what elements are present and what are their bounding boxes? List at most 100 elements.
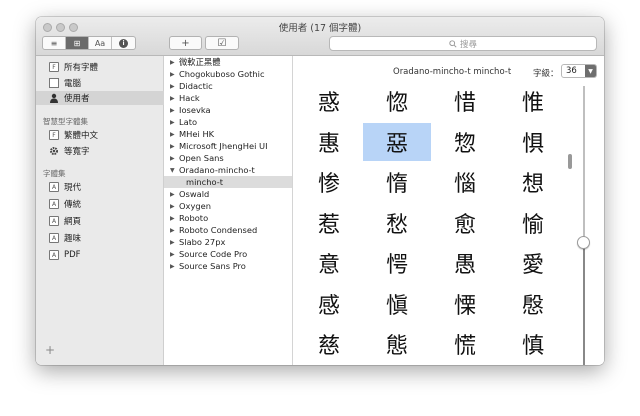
font-list-item[interactable]: ▶ MHei HK <box>164 128 292 140</box>
view-mode-segmented-control: ≡ ⊞ Aa i <box>42 36 136 50</box>
glyph-cell[interactable]: 惑 <box>295 82 363 120</box>
glyph-cell[interactable]: 惚 <box>363 82 431 120</box>
sidebar-item-label: 網頁 <box>64 217 82 227</box>
disclosure-triangle-open-icon[interactable]: ▼ <box>170 167 176 174</box>
disclosure-triangle-icon[interactable]: ▶ <box>170 239 176 246</box>
font-list-item[interactable]: ▶ Chogokuboso Gothic <box>164 68 292 80</box>
glyph-cell[interactable]: 想 <box>499 163 567 201</box>
font-list-item[interactable]: ▶ Roboto Condensed <box>164 224 292 236</box>
add-collection-button[interactable]: + <box>45 343 55 357</box>
font-list-item-expanded[interactable]: ▼ Oradano-mincho-t <box>164 164 292 176</box>
disclosure-triangle-icon[interactable]: ▶ <box>170 155 176 162</box>
glyph-cell[interactable]: 惠 <box>295 123 363 161</box>
font-name: Didactic <box>179 81 213 91</box>
font-face-name: mincho-t <box>186 177 223 187</box>
sidebar-item-computer[interactable]: 電腦 <box>36 76 164 90</box>
disclosure-triangle-icon[interactable]: ▶ <box>170 95 176 102</box>
font-name: Microsoft JhengHei UI <box>179 141 268 151</box>
font-name: Lato <box>179 117 198 127</box>
glyph-cell[interactable]: 愈 <box>431 204 499 242</box>
disclosure-triangle-icon[interactable]: ▶ <box>170 107 176 114</box>
vertical-scrollbar-thumb[interactable] <box>568 154 572 169</box>
disclosure-triangle-icon[interactable]: ▶ <box>170 71 176 78</box>
glyph-cell[interactable]: 惨 <box>295 163 363 201</box>
glyph-cell[interactable]: 惟 <box>499 82 567 120</box>
info-view-button[interactable]: i <box>112 37 135 49</box>
font-list-item[interactable]: ▶ Lato <box>164 116 292 128</box>
font-list-item[interactable]: ▶ Didactic <box>164 80 292 92</box>
sidebar-item-pdf[interactable]: A PDF <box>36 248 164 262</box>
glyph-cell[interactable]: 慎 <box>499 325 567 363</box>
sidebar-item-traditional-chinese[interactable]: F 繁體中文 <box>36 128 164 142</box>
font-list-item[interactable]: ▶ Microsoft JhengHei UI <box>164 140 292 152</box>
glyph-cell[interactable]: 惣 <box>431 123 499 161</box>
font-name: Slabo 27px <box>179 237 226 247</box>
validate-font-button[interactable]: ☑ <box>205 36 239 50</box>
collections-heading: 字體集 <box>43 169 66 178</box>
list-view-button[interactable]: ≡ <box>43 37 66 49</box>
font-name: Hack <box>179 93 200 103</box>
glyph-cell[interactable]: 慈 <box>295 325 363 363</box>
sidebar-item-fun[interactable]: A 趣味 <box>36 231 164 245</box>
glyph-cell[interactable]: 惱 <box>431 163 499 201</box>
glyph-cell[interactable]: 惰 <box>363 163 431 201</box>
font-name: Roboto <box>179 213 209 223</box>
font-face-item-selected[interactable]: mincho-t <box>164 176 292 188</box>
glyph-cell[interactable]: 感 <box>295 285 363 323</box>
disclosure-triangle-icon[interactable]: ▶ <box>170 215 176 222</box>
sidebar-item-web[interactable]: A 網頁 <box>36 214 164 228</box>
font-list-item[interactable]: ▶ Iosevka <box>164 104 292 116</box>
font-list-item[interactable]: ▶ Hack <box>164 92 292 104</box>
font-list-item[interactable]: ▶ Oxygen <box>164 200 292 212</box>
collection-icon: A <box>49 199 59 209</box>
glyph-cell[interactable]: 慌 <box>431 325 499 363</box>
disclosure-triangle-icon[interactable]: ▶ <box>170 143 176 150</box>
glyph-cell[interactable]: 惹 <box>295 204 363 242</box>
sample-view-button[interactable]: Aa <box>89 37 112 49</box>
size-combobox[interactable]: 36 ▼ <box>561 64 597 78</box>
disclosure-triangle-icon[interactable]: ▶ <box>170 59 176 66</box>
grid-view-button[interactable]: ⊞ <box>66 37 89 49</box>
glyph-cell[interactable]: 惜 <box>431 82 499 120</box>
font-list-item[interactable]: ▶ Roboto <box>164 212 292 224</box>
glyph-cell[interactable]: 態 <box>363 325 431 363</box>
font-list-item[interactable]: ▶ 微軟正黑體 <box>164 56 292 68</box>
search-field[interactable]: 搜尋 <box>329 36 597 51</box>
glyph-cell[interactable]: 慇 <box>499 285 567 323</box>
font-list-item[interactable]: ▶ Slabo 27px <box>164 236 292 248</box>
glyph-cell-selected[interactable]: 惡 <box>363 122 431 161</box>
disclosure-triangle-icon[interactable]: ▶ <box>170 203 176 210</box>
disclosure-triangle-icon[interactable]: ▶ <box>170 227 176 234</box>
sidebar-item-traditional[interactable]: A 傳統 <box>36 197 164 211</box>
disclosure-triangle-icon[interactable]: ▶ <box>170 131 176 138</box>
glyph-preview-pane: Oradano-mincho-t mincho-t 字級： 36 ▼ 惑惚惜惟惠… <box>293 56 604 365</box>
disclosure-triangle-icon[interactable]: ▶ <box>170 251 176 258</box>
font-list-item[interactable]: ▶ Source Code Pro <box>164 248 292 260</box>
font-list-item[interactable]: ▶ Oswald <box>164 188 292 200</box>
sidebar-item-user[interactable]: 使用者 <box>36 91 164 105</box>
glyph-cell[interactable]: 愛 <box>499 244 567 282</box>
glyph-cell[interactable]: 愁 <box>363 204 431 242</box>
glyph-cell[interactable]: 惧 <box>499 123 567 161</box>
sidebar-item-all-fonts[interactable]: F 所有字體 <box>36 60 164 74</box>
glyph-cell[interactable]: 愉 <box>499 204 567 242</box>
disclosure-triangle-icon[interactable]: ▶ <box>170 83 176 90</box>
sidebar-item-fixed-width[interactable]: 等寬字 <box>36 144 164 158</box>
window-title: 使用者 (17 個字體) <box>278 23 362 34</box>
glyph-cell[interactable]: 意 <box>295 244 363 282</box>
disclosure-triangle-icon[interactable]: ▶ <box>170 119 176 126</box>
font-list-item[interactable]: ▶ Open Sans <box>164 152 292 164</box>
disclosure-triangle-icon[interactable]: ▶ <box>170 191 176 198</box>
glyph-cell[interactable]: 愕 <box>363 244 431 282</box>
chevron-down-icon[interactable]: ▼ <box>585 65 596 77</box>
size-slider-knob[interactable] <box>577 236 590 249</box>
size-label: 字級： <box>533 69 559 79</box>
add-font-button[interactable]: + <box>169 36 202 50</box>
glyph-cell[interactable]: 慄 <box>431 285 499 323</box>
disclosure-triangle-icon[interactable]: ▶ <box>170 263 176 270</box>
glyph-cell[interactable]: 愼 <box>363 285 431 323</box>
collection-icon: A <box>49 182 59 192</box>
glyph-cell[interactable]: 愚 <box>431 244 499 282</box>
font-list-item[interactable]: ▶ Source Sans Pro <box>164 260 292 272</box>
sidebar-item-modern[interactable]: A 現代 <box>36 180 164 194</box>
